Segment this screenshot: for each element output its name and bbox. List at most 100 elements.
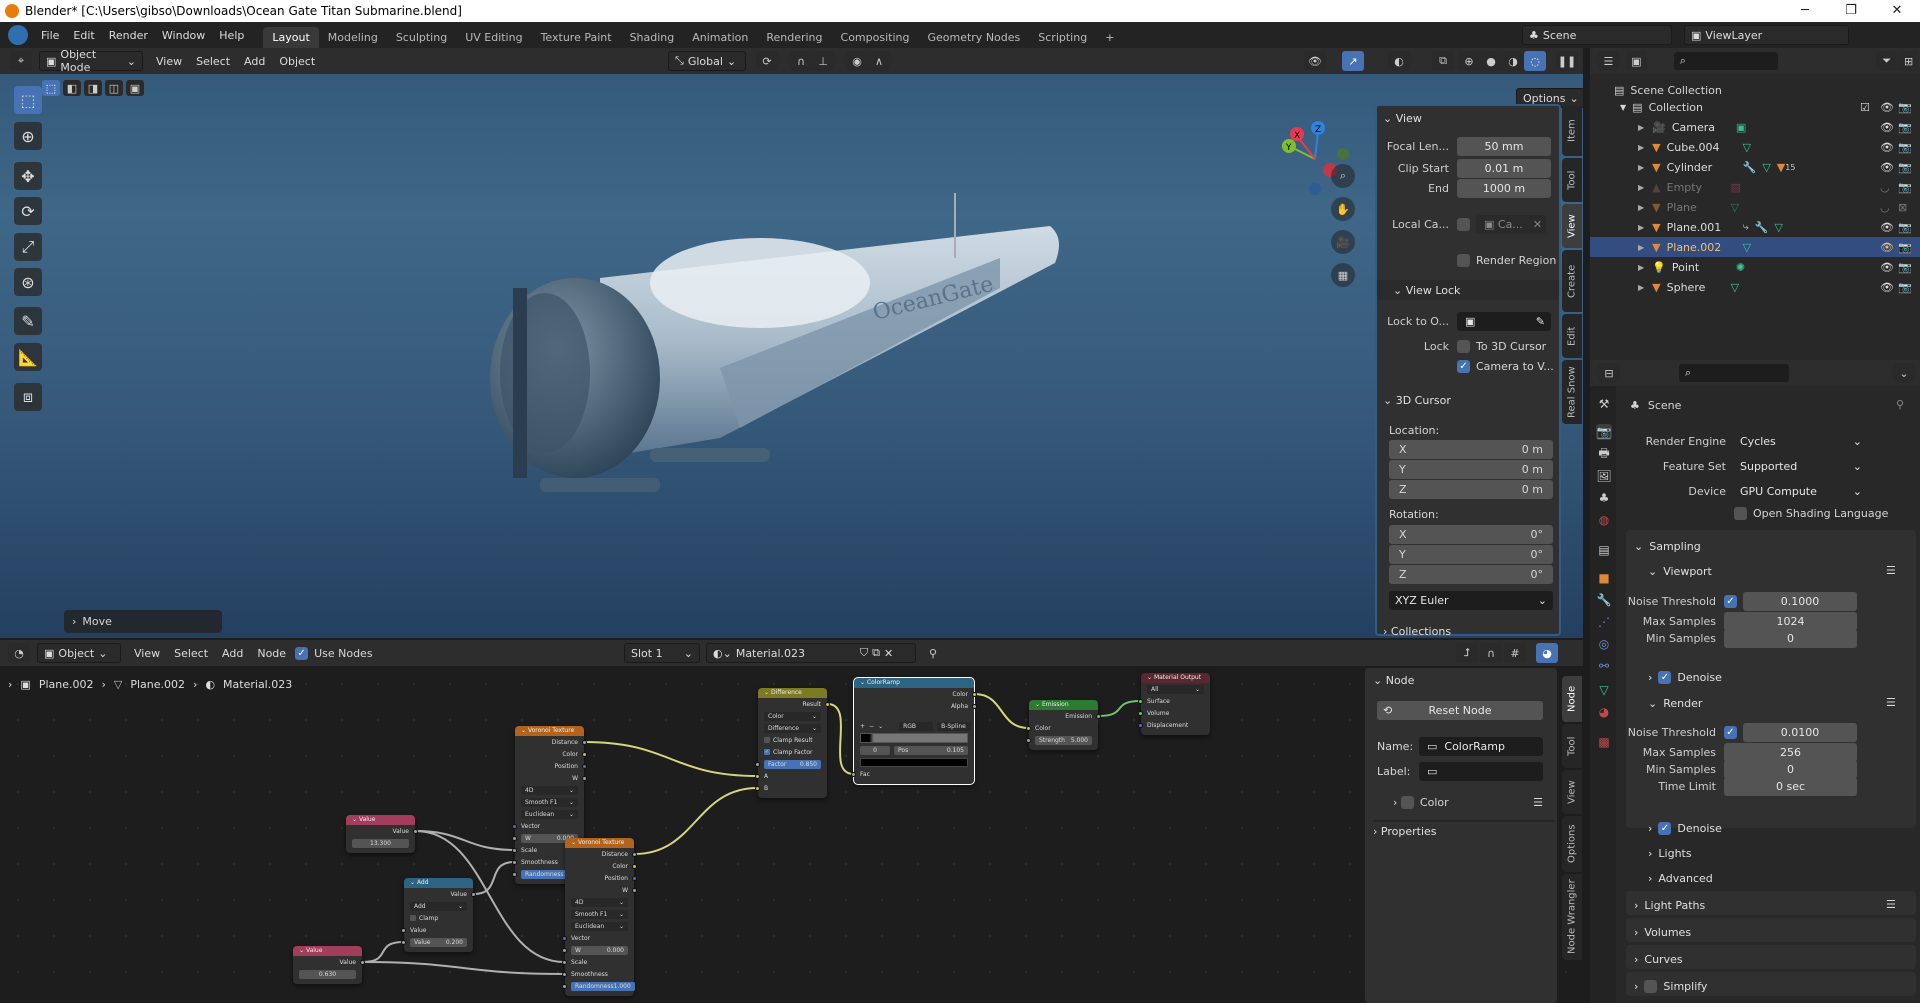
viewport-menu-add[interactable]: Add [237,55,272,68]
color-mode-dropdown[interactable]: RGB [899,721,934,731]
menu-help[interactable]: Help [212,29,251,42]
collapse-chevron-icon[interactable]: ⌄ [521,727,528,734]
expand-icon[interactable]: ▶ [1638,163,1644,172]
render-camera-icon[interactable]: 📷 [1898,221,1912,234]
interpolation-dropdown[interactable]: B-Spline [937,721,972,731]
node-dropdown[interactable]: All ⌄ [1147,684,1204,694]
use-nodes-checkbox[interactable]: ✓ [295,646,309,660]
material-shading-icon[interactable]: ◑ [1502,51,1524,71]
color-swatch[interactable] [860,757,968,767]
rendered-shading-icon[interactable]: ◌ [1524,51,1546,71]
tab-animation[interactable]: Animation [683,27,757,48]
cursor-rot-y-field[interactable]: Y 0° [1389,545,1553,564]
output-socket[interactable] [471,891,476,897]
value-field[interactable]: 13.300 [352,838,409,848]
image-icon[interactable]: ▨ [1731,181,1741,194]
output-socket[interactable] [632,887,637,893]
properties-section-header[interactable]: › Properties [1373,820,1555,840]
snap-mode-icon[interactable]: # [1504,643,1526,663]
light-data-icon[interactable]: ✺ [1736,261,1745,274]
input-socket[interactable] [755,785,760,791]
collection-row[interactable]: ▼ ▤ Collection ☑ 👁 📷 [1590,97,1920,117]
input-socket[interactable] [1138,722,1143,728]
open-shading-language[interactable]: Open Shading Language [1734,503,1888,523]
add-stop-icon[interactable]: + [860,723,865,730]
snap-icon[interactable]: ∩ [1480,643,1502,663]
hidden-eye-icon[interactable]: ◡ [1880,201,1890,214]
render-camera-icon[interactable]: 📷 [1898,161,1912,174]
input-field[interactable]: W 0.000 [571,945,628,955]
overlays-icon[interactable]: ◐ [1388,51,1410,71]
display-mode-icon[interactable]: ▣ [1625,51,1647,71]
presets-list-icon[interactable]: ☰ [1886,696,1896,709]
node-header[interactable]: ⌄ Emission [1029,700,1098,710]
overlays-icon[interactable]: ◕ [1536,643,1558,663]
visibility-eye-icon[interactable]: 👁 [1880,141,1894,154]
input-field[interactable]: Factor 0.850 [764,759,821,769]
node-section-header[interactable]: ⌄ Node [1373,670,1414,690]
node-sidebar-tab-options[interactable]: Options [1562,816,1582,872]
advanced-subsection[interactable]: › Advanced [1648,868,1713,888]
input-socket[interactable] [401,939,406,945]
hidden-eye-icon[interactable]: ◡ [1880,181,1890,194]
tool-annotate-icon[interactable]: ✎ [14,307,42,335]
presets-list-icon[interactable]: ☰ [1886,564,1896,577]
view-lock-header[interactable]: ⌄ View Lock [1377,280,1559,300]
fake-user-icon[interactable]: ⛉ [860,646,868,660]
output-socket[interactable] [632,851,637,857]
tab-scripting[interactable]: Scripting [1029,27,1096,48]
clip-start-field[interactable]: 0.01 m [1457,158,1551,178]
list-icon[interactable]: ☰ [1533,796,1543,809]
tab-geometry-nodes[interactable]: Geometry Nodes [918,27,1029,48]
sidebar-tab-create[interactable]: Create [1562,250,1582,312]
input-field[interactable]: Randomness1.000 [571,981,635,991]
input-socket[interactable] [562,935,567,941]
render-camera-icon[interactable]: 📷 [1898,281,1912,294]
snap-icon[interactable]: ∩ [790,51,812,71]
input-socket[interactable] [755,773,760,779]
node-dropdown[interactable]: Color ⌄ [764,711,821,721]
collapse-chevron-icon[interactable]: ⌄ [410,879,417,886]
maximize-button[interactable]: ❐ [1828,0,1874,22]
curve-modifier-icon[interactable]: ⤷ [1743,220,1749,234]
input-socket[interactable] [1026,737,1031,743]
cursor-loc-z-field[interactable]: Z 0 m [1389,480,1553,499]
local-camera-checkbox[interactable] [1457,217,1470,231]
expand-icon[interactable]: ▶ [1638,183,1644,192]
output-socket[interactable] [1096,713,1101,719]
node-sidebar-tab-tool[interactable]: Tool [1562,724,1582,768]
input-socket[interactable] [512,847,517,853]
tool-add-cube-icon[interactable]: ⧈ [14,383,42,411]
render-camera-icon[interactable]: 📷 [1898,261,1912,274]
node-dropdown[interactable]: Difference ⌄ [764,723,821,733]
output-socket[interactable] [413,828,418,834]
node-value[interactable]: ⌄ Value Value 13.300 [346,815,418,853]
input-socket[interactable] [401,927,406,933]
collapse-chevron-icon[interactable]: ⌄ [1035,701,1042,708]
input-socket[interactable] [512,871,517,877]
clip-end-field[interactable]: 1000 m [1457,178,1551,198]
node-menu-view[interactable]: View [127,647,167,660]
viewport-noise-threshold-checkbox[interactable]: ✓ [1724,594,1737,608]
node-menu-node[interactable]: Node [250,647,293,660]
mesh-data-icon[interactable]: ▽ [1743,141,1751,154]
volumes-section[interactable]: › Volumes [1634,922,1691,942]
tool-transform-icon[interactable]: ⊛ [14,268,42,296]
node-header[interactable]: ⌄ Value [293,946,362,956]
input-socket[interactable] [562,971,567,977]
proportional-edit-icon[interactable]: ◉ [846,51,868,71]
tab-compositing[interactable]: Compositing [832,27,919,48]
curves-section[interactable]: › Curves [1634,949,1683,969]
color-subpanel[interactable]: › Color ☰ [1393,792,1543,812]
device-field[interactable]: GPU Compute ⌄ [1734,481,1868,501]
collections-section-header[interactable]: › Collections [1383,621,1451,641]
material-selector[interactable]: ◐⌄ Material.023 ⛉ ⧉ ✕ [706,643,916,663]
render-camera-icon[interactable]: ⊠ [1898,201,1907,214]
output-socket[interactable] [632,863,637,869]
output-socket[interactable] [582,751,587,757]
render-camera-icon[interactable]: 📷 [1898,101,1912,114]
eyedropper-icon[interactable]: ✎ [1536,315,1545,328]
cursor-loc-y-field[interactable]: Y 0 m [1389,460,1553,479]
node-dropdown[interactable]: 4D ⌄ [521,785,578,795]
cursor-loc-x-field[interactable]: X 0 m [1389,440,1553,459]
